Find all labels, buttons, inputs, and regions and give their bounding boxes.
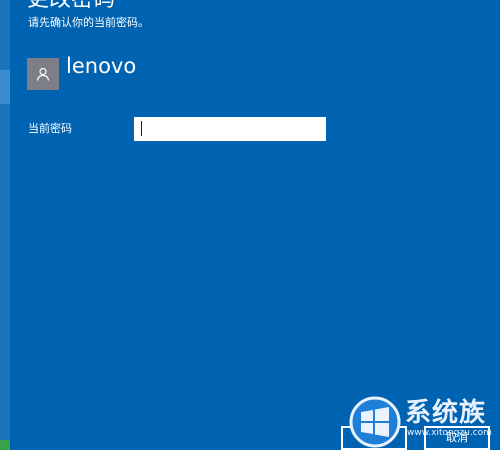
current-password-label: 当前密码 — [28, 122, 72, 135]
next-button[interactable]: 下一步 — [341, 426, 407, 450]
cancel-button[interactable]: 取消 — [424, 426, 490, 450]
text-caret — [141, 121, 142, 136]
dialog-title: 更改密码 — [27, 0, 115, 12]
avatar — [27, 58, 59, 90]
dialog-subtitle: 请先确认你的当前密码。 — [28, 16, 149, 29]
watermark-brand: 系统族 — [405, 398, 487, 428]
background-window-green-corner — [0, 440, 10, 450]
background-window-highlight — [0, 70, 10, 104]
user-silhouette-icon — [36, 67, 50, 81]
background-window-strip — [0, 0, 10, 450]
current-password-input[interactable] — [134, 117, 326, 141]
username: lenovo — [66, 54, 137, 78]
